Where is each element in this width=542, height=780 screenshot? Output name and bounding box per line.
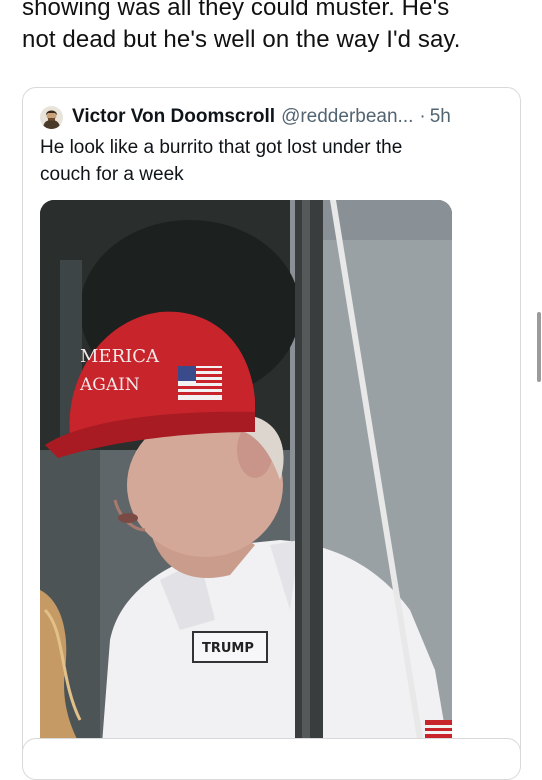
flag-icon [178, 366, 222, 400]
post-text-line-2: not dead but he's well on the way I'd sa… [22, 26, 461, 53]
quoted-author-handle[interactable]: @redderbean... [281, 106, 413, 128]
post-body-text: showing was all they could muster. He's … [22, 0, 527, 56]
post-text-line-1: showing was all they could muster. He's [22, 0, 450, 21]
quote-text-line-1: He look like a burrito that got lost und… [40, 137, 403, 158]
quoted-post-photo[interactable]: MERICA AGAIN TRUMP [40, 200, 452, 768]
quoted-post-card[interactable]: Victor Von Doomscroll @redderbean... · 5… [22, 87, 521, 769]
quoted-author-name[interactable]: Victor Von Doomscroll [72, 106, 275, 128]
cap-text-line-1: MERICA [80, 346, 160, 367]
quoted-post-timestamp[interactable]: 5h [430, 106, 451, 128]
next-card-edge [22, 738, 521, 780]
quote-text-line-2: couch for a week [40, 164, 184, 185]
quoted-post-header: Victor Von Doomscroll @redderbean... · 5… [40, 105, 451, 129]
cap-text-line-2: AGAIN [79, 375, 140, 395]
shirt-logo-text: TRUMP [202, 641, 254, 656]
avatar-icon[interactable] [40, 105, 63, 129]
header-separator: · [419, 106, 426, 127]
scrollbar-thumb[interactable] [537, 312, 541, 382]
quoted-post-text: He look like a burrito that got lost und… [40, 134, 500, 188]
